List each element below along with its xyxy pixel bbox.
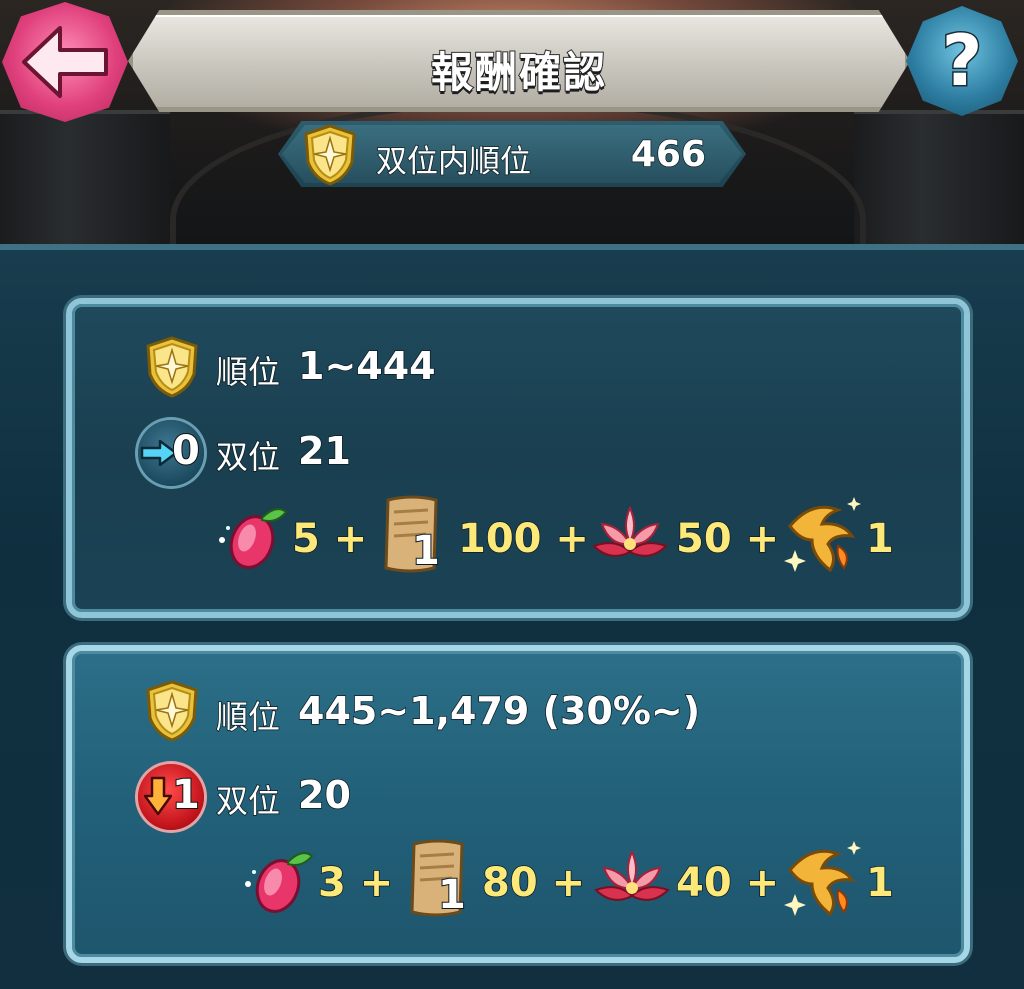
crystal-fruit-icon bbox=[245, 852, 314, 913]
reward-amount: 100 + bbox=[457, 515, 589, 563]
tier-label: 双位 bbox=[215, 781, 281, 821]
arrow-left-icon bbox=[22, 26, 108, 98]
tier-change-value: 1 bbox=[171, 771, 201, 819]
gold-medal-icon bbox=[304, 124, 356, 186]
tier-label: 双位 bbox=[215, 437, 281, 477]
golden-phoenix-icon bbox=[784, 497, 861, 573]
reward-amount: 3 + bbox=[317, 859, 394, 907]
scroll-badge: 1 bbox=[411, 527, 441, 575]
rank-summary-label: 双位内順位 bbox=[375, 143, 532, 181]
rank-summary-value: 466 bbox=[630, 133, 707, 176]
golden-phoenix-icon bbox=[784, 841, 861, 917]
help-button[interactable]: ? bbox=[906, 6, 1018, 116]
crystal-fruit-icon bbox=[219, 508, 288, 569]
scroll-badge: 1 bbox=[437, 871, 467, 919]
reward-amount: 80 + bbox=[481, 859, 586, 907]
question-mark-icon: ? bbox=[940, 19, 984, 104]
tier-value: 21 bbox=[297, 428, 351, 474]
tier-stay-icon: 0 bbox=[138, 420, 204, 486]
background-pillar bbox=[854, 110, 1024, 254]
rank-label: 順位 bbox=[215, 352, 281, 392]
title-bar: 報酬確認 bbox=[128, 10, 910, 112]
tier-value: 20 bbox=[297, 772, 351, 818]
reward-amount: 40 + bbox=[675, 859, 780, 907]
gold-medal-icon bbox=[146, 680, 198, 742]
lotus-flower-icon bbox=[594, 849, 670, 901]
arrow-down-icon bbox=[144, 776, 172, 816]
tier-change-value: 0 bbox=[171, 427, 201, 475]
rank-range: 1~444 bbox=[297, 343, 436, 389]
reward-amount: 1 bbox=[865, 859, 894, 907]
rank-label: 順位 bbox=[215, 697, 281, 737]
tier-down-icon: 1 bbox=[138, 764, 204, 830]
lotus-flower-icon bbox=[592, 505, 668, 557]
page-title: 報酬確認 bbox=[430, 47, 607, 98]
reward-amount: 1 bbox=[865, 515, 894, 563]
gold-medal-icon bbox=[146, 336, 198, 398]
back-button[interactable] bbox=[2, 2, 128, 122]
reward-amount: 50 + bbox=[675, 515, 780, 563]
background-pillar bbox=[0, 110, 170, 254]
reward-amount: 5 + bbox=[291, 515, 368, 563]
rank-range: 445~1,479 (30%~) bbox=[297, 688, 701, 734]
